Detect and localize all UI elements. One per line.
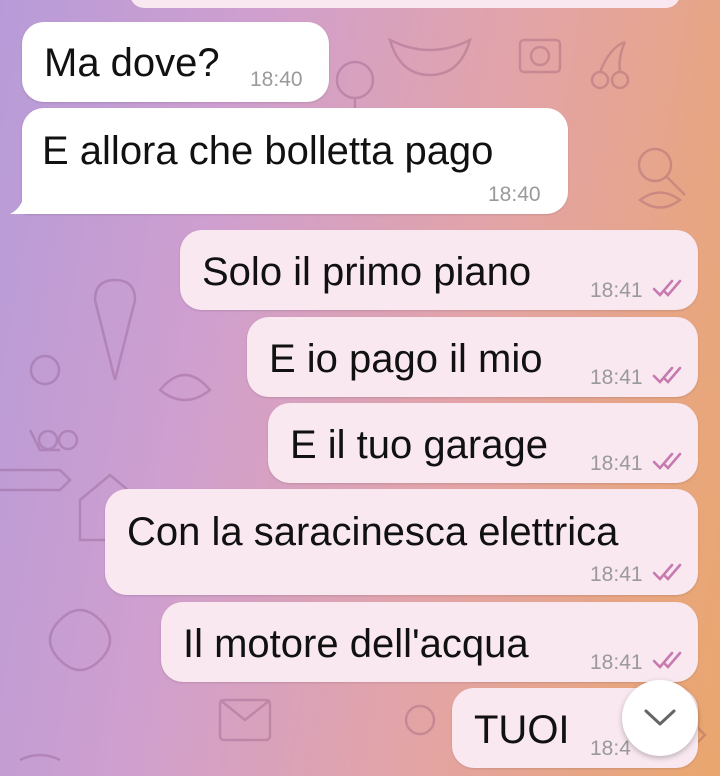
message-time: 18:41 bbox=[590, 563, 643, 586]
message-time: 18:41 bbox=[590, 452, 643, 475]
message-bubble-outgoing[interactable]: Con la saracinesca elettrica 18:41 bbox=[105, 489, 698, 595]
message-bubble-incoming[interactable]: E allora che bolletta pago 18:40 bbox=[22, 108, 568, 214]
message-time: 18:41 bbox=[590, 366, 643, 389]
message-text: E allora che bolletta pago bbox=[42, 129, 494, 173]
read-receipt-icon bbox=[652, 366, 682, 384]
previous-message-bubble bbox=[130, 0, 680, 8]
message-bubble-outgoing[interactable]: E il tuo garage 18:41 bbox=[268, 403, 698, 483]
scroll-to-bottom-button[interactable] bbox=[622, 680, 698, 756]
message-text: E io pago il mio bbox=[269, 337, 543, 381]
read-receipt-icon bbox=[652, 452, 682, 470]
message-time: 18:41 bbox=[590, 651, 643, 674]
read-receipt-icon bbox=[652, 651, 682, 669]
message-bubble-outgoing[interactable]: Solo il primo piano 18:41 bbox=[180, 230, 698, 310]
read-receipt-icon bbox=[652, 279, 682, 297]
read-receipt-icon bbox=[652, 563, 682, 581]
message-text: E il tuo garage bbox=[290, 423, 548, 467]
message-text: Il motore dell'acqua bbox=[183, 622, 529, 666]
message-text: TUOI bbox=[474, 708, 570, 752]
message-time: 18:40 bbox=[488, 183, 541, 206]
message-text: Con la saracinesca elettrica bbox=[127, 510, 619, 554]
message-time: 18:41 bbox=[590, 279, 643, 302]
bubble-tail bbox=[10, 194, 32, 214]
message-bubble-outgoing[interactable]: Il motore dell'acqua 18:41 bbox=[161, 602, 698, 682]
message-bubble-outgoing[interactable]: E io pago il mio 18:41 bbox=[247, 317, 698, 397]
message-bubble-incoming[interactable]: Ma dove? 18:40 bbox=[22, 22, 329, 102]
chevron-down-icon bbox=[644, 709, 676, 726]
message-time: 18:4 bbox=[590, 737, 631, 760]
message-text: Solo il primo piano bbox=[202, 250, 532, 294]
message-text: Ma dove? bbox=[44, 41, 220, 85]
message-time: 18:40 bbox=[250, 68, 303, 91]
